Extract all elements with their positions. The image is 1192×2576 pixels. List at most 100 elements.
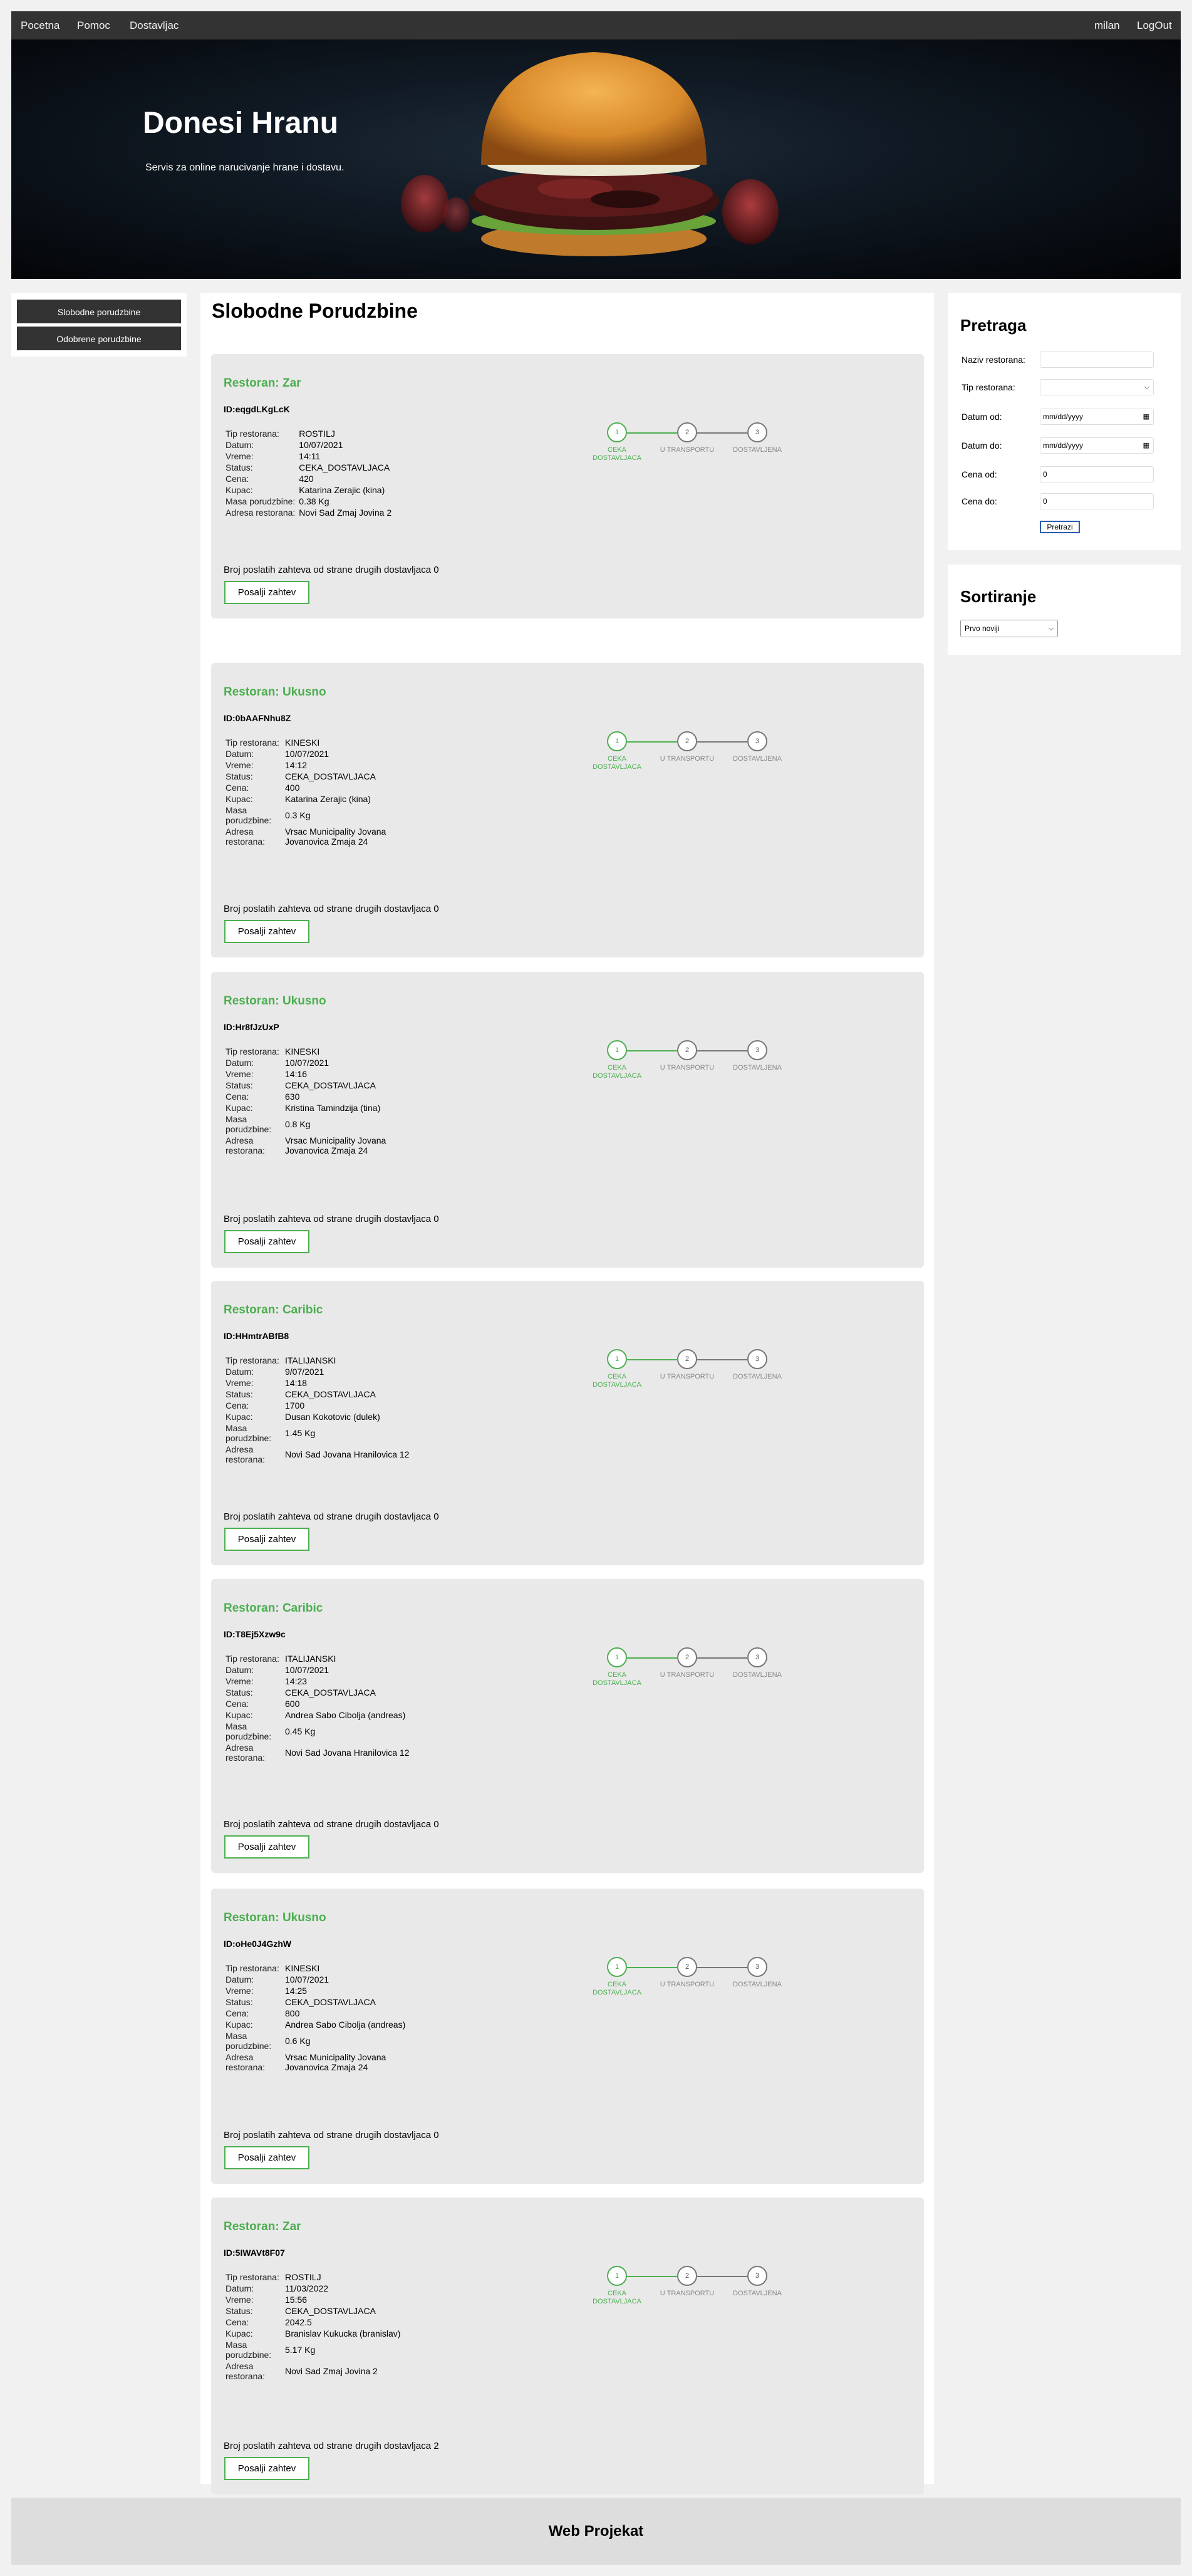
adresa-value: Novi Sad Jovana Hranilovica 12 <box>285 1748 410 1758</box>
masa-row: Masa porudzbine: 0.8 Kg <box>224 1113 427 1135</box>
restaurant-name: Restoran: Zar <box>224 2220 301 2233</box>
status-value: CEKA_DOSTAVLJACA <box>285 1997 376 2007</box>
request-count-value: 0 <box>433 565 439 575</box>
nav-user[interactable]: milan <box>1094 11 1120 39</box>
status-row: Status: CEKA_DOSTAVLJACA <box>224 1080 427 1091</box>
nav-link-dostavljac[interactable]: Dostavljac <box>130 11 179 39</box>
step-3-label: DOSTAVLJENA <box>733 1671 782 1679</box>
request-count-label: Broj poslatih zahteva od strane drugih d… <box>224 2130 432 2141</box>
masa-value: 0.8 Kg <box>285 1119 311 1129</box>
kupac-row: Kupac: Kristina Tamindzija (tina) <box>224 1102 427 1113</box>
adresa-value: Novi Sad Jovana Hranilovica 12 <box>285 1449 410 1459</box>
search-button[interactable]: Pretrazi <box>1040 521 1080 533</box>
step-2-label: U TRANSPORTU <box>660 1064 715 1072</box>
kupac-value: Andrea Sabo Cibolja (andreas) <box>285 2020 406 2030</box>
approved-orders-button[interactable]: Odobrene porudzbine <box>17 326 181 350</box>
datum-row: Datum: 10/07/2021 <box>224 1057 427 1068</box>
request-count: Broj poslatih zahteva od strane drugih d… <box>224 1819 439 1830</box>
nav-link-pomoc[interactable]: Pomoc <box>77 11 110 39</box>
step-3-label: DOSTAVLJENA <box>733 1981 782 1988</box>
order-card: Restoran: Caribic ID:HHmtrABfB8 Tip rest… <box>211 1281 924 1565</box>
kupac-value: Andrea Sabo Cibolja (andreas) <box>285 1710 406 1720</box>
status-label: Status: <box>225 2306 253 2316</box>
send-request-button[interactable]: Posalji zahtev <box>224 1528 309 1551</box>
step-3-label: DOSTAVLJENA <box>733 446 782 454</box>
datum-do-input[interactable]: mm/dd/yyyy ▦ <box>1040 437 1154 454</box>
step-1-circle: 1 <box>607 731 627 751</box>
cena-od-input[interactable]: 0 <box>1040 466 1154 482</box>
step-1-label: CEKA DOSTAVLJACA <box>593 2290 641 2305</box>
send-request-button[interactable]: Posalji zahtev <box>224 2146 309 2169</box>
vreme-row: Vreme: 14:23 <box>224 1676 411 1687</box>
datum-label: Datum: <box>225 1058 254 1068</box>
tip-row: Tip restorana: KINESKI <box>224 1963 427 1974</box>
adresa-value: Vrsac Municipality Jovana Jovanovica Zma… <box>285 827 386 847</box>
order-card: Restoran: Zar ID:5IWAVt8F07 Tip restoran… <box>211 2198 924 2495</box>
send-request-button[interactable]: Posalji zahtev <box>224 920 309 943</box>
footer: Web Projekat <box>11 2498 1181 2565</box>
order-progress: 1 CEKA DOSTAVLJACA 2 U TRANSPORTU 3 DOSTAVLJE… <box>593 422 782 466</box>
step-connector <box>627 1657 677 1659</box>
restaurant-name: Restoran: Caribic <box>224 1602 323 1615</box>
step-connector <box>697 1050 747 1051</box>
request-count-label: Broj poslatih zahteva od strane drugih d… <box>224 1214 432 1224</box>
status-row: Status: CEKA_DOSTAVLJACA <box>224 771 427 782</box>
datum-value: 10/07/2021 <box>285 1665 329 1675</box>
vreme-value: 14:12 <box>285 760 308 770</box>
logout-link[interactable]: LogOut <box>1137 11 1172 39</box>
tip-select[interactable]: ⌵ <box>1040 379 1154 395</box>
vreme-value: 14:18 <box>285 1378 308 1388</box>
datum-value: 9/07/2021 <box>285 1367 324 1377</box>
adresa-value: Vrsac Municipality Jovana Jovanovica Zma… <box>285 1135 386 1155</box>
datum-od-input[interactable]: mm/dd/yyyy ▦ <box>1040 409 1154 425</box>
send-request-button[interactable]: Posalji zahtev <box>224 2457 309 2480</box>
step-2-label: U TRANSPORTU <box>660 1671 715 1679</box>
order-id: ID:0bAAFNhu8Z <box>224 713 291 723</box>
request-count-label: Broj poslatih zahteva od strane drugih d… <box>224 1511 432 1522</box>
send-request-button[interactable]: Posalji zahtev <box>224 1835 309 1859</box>
vreme-row: Vreme: 14:12 <box>224 759 427 771</box>
calendar-icon: ▦ <box>1143 442 1149 449</box>
sort-title: Sortiranje <box>960 587 1037 606</box>
order-id: ID:HHmtrABfB8 <box>224 1331 289 1341</box>
cena-label: Cena: <box>225 783 249 793</box>
tip-row: Tip restorana: KINESKI <box>224 737 427 748</box>
cena-do-input[interactable]: 0 <box>1040 493 1154 509</box>
cena-value: 600 <box>285 1699 300 1709</box>
step-connector <box>697 1657 747 1659</box>
request-count: Broj poslatih zahteva od strane drugih d… <box>224 2441 439 2451</box>
burger-image <box>401 52 779 271</box>
adresa-row: Adresa restorana: Novi Sad Zmaj Jovina 2 <box>224 2360 402 2382</box>
masa-row: Masa porudzbine: 0.3 Kg <box>224 805 427 826</box>
adresa-row: Adresa restorana: Vrsac Municipality Jov… <box>224 1135 427 1156</box>
cena-row: Cena: 630 <box>224 1091 427 1102</box>
sort-select[interactable]: Prvo noviji ⌵ <box>960 620 1058 637</box>
order-card: Restoran: Ukusno ID:Hr8fJzUxP Tip restor… <box>211 972 924 1268</box>
step-3-circle: 3 <box>747 1647 767 1667</box>
vreme-label: Vreme: <box>225 451 254 461</box>
request-count-value: 0 <box>433 1511 439 1522</box>
naziv-input[interactable] <box>1040 352 1154 368</box>
kupac-value: Katarina Zerajic (kina) <box>299 485 385 495</box>
site-title: Donesi Hranu <box>143 107 339 140</box>
free-orders-button[interactable]: Slobodne porudzbine <box>17 300 181 323</box>
status-label: Status: <box>225 771 253 781</box>
cena-label: Cena: <box>225 2317 249 2327</box>
nav-link-pocetna[interactable]: Pocetna <box>21 11 60 39</box>
tip-label: Tip restorana: <box>225 1654 279 1664</box>
request-count-label: Broj poslatih zahteva od strane drugih d… <box>224 904 432 914</box>
order-progress: 1 CEKA DOSTAVLJACA 2 U TRANSPORTU 3 DOSTAVLJE… <box>593 731 782 775</box>
datum-od-label: Datum od: <box>961 412 1002 422</box>
status-value: CEKA_DOSTAVLJACA <box>285 1080 376 1090</box>
restaurant-name: Restoran: Ukusno <box>224 994 326 1008</box>
step-1-label: CEKA DOSTAVLJACA <box>593 755 641 771</box>
datum-row: Datum: 10/07/2021 <box>224 748 427 759</box>
send-request-button[interactable]: Posalji zahtev <box>224 1230 309 1253</box>
cena-label: Cena: <box>225 474 249 484</box>
step-1-label: CEKA DOSTAVLJACA <box>593 1671 641 1687</box>
send-request-button[interactable]: Posalji zahtev <box>224 581 309 604</box>
chevron-down-icon: ⌵ <box>1048 625 1054 632</box>
datum-row: Datum: 11/03/2022 <box>224 2283 402 2294</box>
page-title: Slobodne Porudzbine <box>212 300 418 322</box>
side-menu: Slobodne porudzbine Odobrene porudzbine <box>11 293 187 357</box>
